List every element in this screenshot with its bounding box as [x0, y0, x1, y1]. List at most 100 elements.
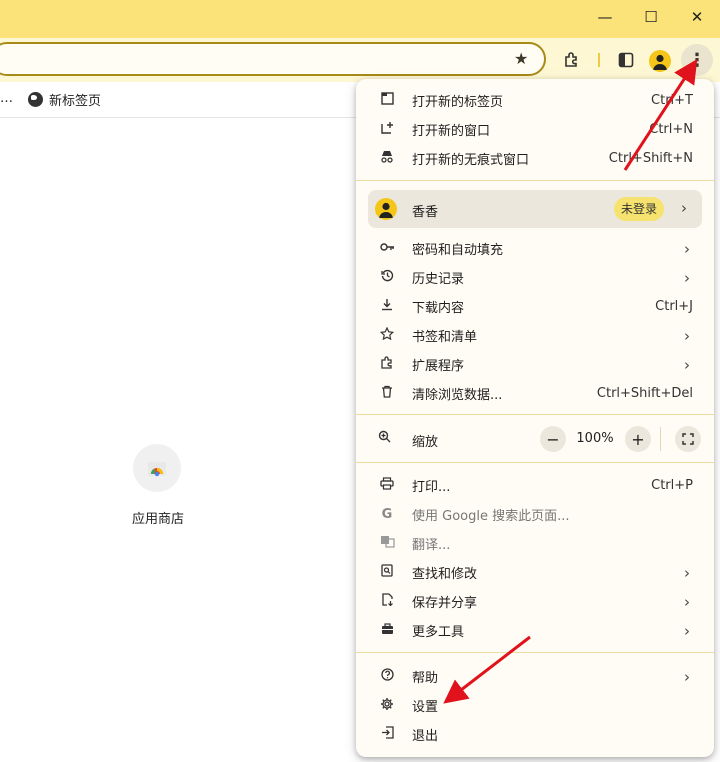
menu-item-label: 打开新的窗口 [412, 124, 491, 139]
zoom-in-button[interactable]: + [625, 426, 651, 452]
google-icon: G [381, 507, 393, 522]
zoom-separator [660, 427, 661, 451]
menu-item-shortcut: Ctrl+J [655, 299, 693, 314]
menu-item-new-window[interactable]: 打开新的窗口 Ctrl+N [356, 115, 714, 144]
menu-item-more-tools[interactable]: 更多工具 › [356, 616, 714, 645]
menu-item-label: 更多工具 [412, 625, 465, 640]
menu-item-label: 密码和自动填充 [412, 243, 504, 258]
menu-item-label: 使用 Google 搜索此页面... [412, 509, 570, 524]
translate-icon [378, 535, 396, 552]
kebab-menu-button[interactable]: ⋮ [681, 44, 713, 76]
title-bar: — ☐ ✕ [0, 0, 720, 38]
address-bar[interactable] [0, 42, 546, 76]
new-tab-icon [378, 92, 396, 109]
menu-item-label: 打开新的标签页 [412, 95, 504, 110]
menu-item-label: 扩展程序 [412, 359, 465, 374]
menu-item-settings[interactable]: 设置 [356, 691, 714, 720]
side-panel-icon[interactable] [612, 46, 640, 74]
chevron-right-icon: › [684, 667, 690, 686]
menu-item-label: 帮助 [412, 671, 439, 686]
fullscreen-button[interactable] [675, 426, 701, 452]
menu-profile-row[interactable]: 香香 未登录 › [368, 190, 702, 228]
history-icon [378, 269, 396, 286]
chevron-right-icon: › [684, 326, 690, 345]
extensions-icon[interactable] [558, 46, 586, 74]
zoom-value: 100% [576, 431, 614, 446]
menu-item-label: 保存并分享 [412, 596, 478, 611]
save-share-icon [378, 593, 396, 610]
chevron-right-icon: › [684, 355, 690, 374]
bookmark-label: 新标签页 [49, 94, 102, 109]
menu-item-extensions[interactable]: 扩展程序 › [356, 350, 714, 379]
signed-out-badge: 未登录 [614, 197, 665, 221]
menu-item-find-edit[interactable]: 查找和修改 › [356, 558, 714, 587]
menu-item-save-share[interactable]: 保存并分享 › [356, 587, 714, 616]
find-icon [378, 564, 396, 581]
menu-item-shortcut: Ctrl+Shift+Del [596, 386, 693, 401]
menu-divider [356, 652, 714, 653]
chevron-right-icon: › [684, 239, 690, 258]
menu-item-label: 退出 [412, 729, 439, 744]
menu-divider [356, 180, 714, 181]
maximize-button[interactable]: ☐ [633, 4, 669, 30]
menu-item-bookmarks[interactable]: 书签和清单 › [356, 321, 714, 350]
key-icon [378, 241, 396, 256]
profile-name: 香香 [412, 205, 439, 220]
bookmark-new-tab[interactable]: 新标签页 [28, 90, 101, 109]
chevron-right-icon: › [684, 621, 690, 640]
toolbox-icon [378, 622, 396, 639]
menu-divider [356, 462, 714, 463]
menu-item-exit[interactable]: 退出 [356, 720, 714, 749]
toolbar-separator [598, 53, 600, 67]
menu-item-google-search[interactable]: G 使用 Google 搜索此页面... [356, 500, 714, 529]
bookmark-star-icon[interactable]: ★ [514, 49, 528, 68]
menu-item-label: 打印... [412, 480, 451, 495]
print-icon [378, 477, 396, 494]
bookmark-star-icon [378, 326, 396, 344]
menu-item-label: 翻译... [412, 538, 451, 553]
web-store-shortcut[interactable] [133, 444, 181, 492]
menu-zoom-row: 缩放 − 100% + [356, 422, 714, 456]
profile-avatar-icon[interactable] [649, 50, 671, 72]
chevron-right-icon: › [681, 199, 687, 217]
menu-item-history[interactable]: 历史记录 › [356, 263, 714, 292]
globe-icon [28, 92, 43, 107]
help-icon [378, 668, 396, 685]
menu-item-help[interactable]: 帮助 › [356, 662, 714, 691]
menu-item-translate[interactable]: 翻译... [356, 529, 714, 558]
settings-icon [378, 697, 396, 715]
menu-item-label: 历史记录 [412, 272, 465, 287]
chevron-right-icon: › [684, 592, 690, 611]
chrome-main-menu: 打开新的标签页 Ctrl+T 打开新的窗口 Ctrl+N 打开新的无痕式窗口 C… [356, 79, 714, 757]
new-window-icon [378, 121, 396, 138]
menu-divider [356, 414, 714, 415]
menu-item-shortcut: Ctrl+P [651, 478, 693, 493]
menu-item-downloads[interactable]: 下载内容 Ctrl+J [356, 292, 714, 321]
menu-item-passwords[interactable]: 密码和自动填充 › [356, 234, 714, 263]
extension-icon [378, 356, 396, 373]
bookmarks-overflow[interactable]: … [0, 91, 13, 106]
menu-item-label: 书签和清单 [412, 330, 478, 345]
chevron-right-icon: › [684, 268, 690, 287]
zoom-icon [378, 430, 391, 447]
browser-toolbar: ★ ⋮ [0, 38, 720, 82]
menu-item-print[interactable]: 打印... Ctrl+P [356, 471, 714, 500]
menu-item-label: 清除浏览数据... [412, 388, 503, 403]
menu-item-clear-data[interactable]: 清除浏览数据... Ctrl+Shift+Del [356, 379, 714, 408]
close-button[interactable]: ✕ [679, 4, 715, 30]
zoom-out-button[interactable]: − [540, 426, 566, 452]
menu-item-label: 设置 [412, 700, 439, 715]
menu-item-incognito[interactable]: 打开新的无痕式窗口 Ctrl+Shift+N [356, 144, 714, 173]
web-store-icon [148, 462, 166, 477]
menu-item-label: 查找和修改 [412, 567, 478, 582]
profile-avatar-icon [375, 198, 397, 220]
trash-icon [378, 385, 396, 402]
menu-item-shortcut: Ctrl+T [651, 93, 693, 108]
minimize-button[interactable]: — [587, 4, 623, 30]
menu-item-new-tab[interactable]: 打开新的标签页 Ctrl+T [356, 86, 714, 115]
fullscreen-icon [682, 433, 694, 445]
menu-item-shortcut: Ctrl+Shift+N [608, 151, 693, 166]
chevron-right-icon: › [684, 563, 690, 582]
exit-icon [378, 726, 396, 743]
web-store-label: 应用商店 [131, 512, 184, 527]
